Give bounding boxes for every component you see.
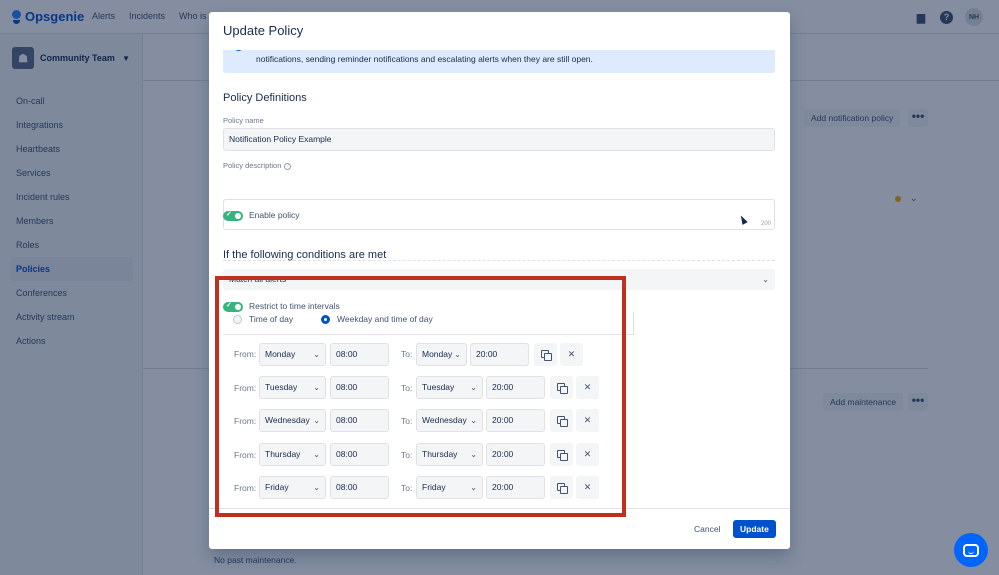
cancel-button[interactable]: Cancel: [687, 520, 727, 538]
dialog-title: Update Policy: [223, 23, 304, 38]
enable-policy-label: Enable policy: [249, 210, 300, 220]
policy-definitions-heading: Policy Definitions: [223, 92, 307, 104]
character-counter: 200: [760, 221, 771, 227]
help-circle-icon[interactable]: ?: [284, 162, 292, 170]
conditions-heading: If the following conditions are met: [223, 249, 387, 261]
update-button[interactable]: Update: [733, 520, 776, 538]
highlight-box: [215, 276, 626, 517]
info-icon: [234, 50, 243, 51]
info-text: notifications, sending reminder notifica…: [256, 54, 593, 64]
chat-icon: [963, 543, 979, 557]
policy-description-input[interactable]: 200: [223, 199, 775, 230]
divider: [633, 312, 634, 335]
chat-widget-button[interactable]: [954, 533, 988, 567]
policy-name-input[interactable]: Notification Policy Example: [223, 128, 775, 151]
policy-name-label: Policy name: [223, 116, 264, 125]
chevron-down-icon: ⌄: [762, 275, 769, 284]
enable-policy-toggle[interactable]: [223, 210, 243, 221]
info-banner: notifications, sending reminder notifica…: [223, 50, 775, 73]
policy-description-label: Policy description?: [223, 161, 292, 170]
